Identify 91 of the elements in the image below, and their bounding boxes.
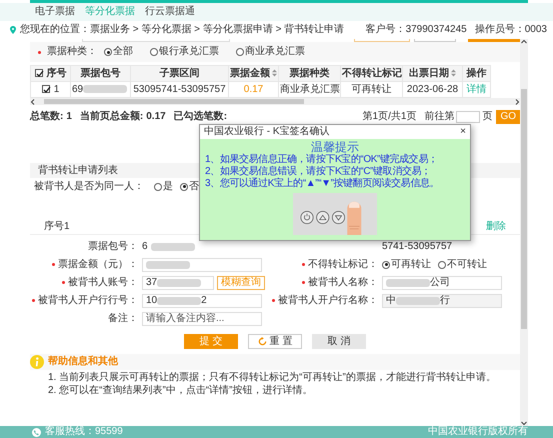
scroll-right-icon[interactable] bbox=[515, 98, 520, 104]
radio-label: 商业承兑汇票 bbox=[245, 46, 305, 58]
sort-icon[interactable] bbox=[451, 68, 456, 77]
summary-label: 已勾选笔数: bbox=[174, 110, 228, 122]
column-header: 子票区间 bbox=[160, 68, 200, 78]
radio-button[interactable] bbox=[382, 260, 390, 268]
reset-button[interactable]: 重 置 bbox=[248, 334, 302, 349]
column-header: 票据金额 bbox=[230, 68, 270, 78]
radio-button[interactable] bbox=[180, 182, 188, 190]
table-cell: 0.17 bbox=[244, 84, 264, 94]
copyright-text: 中国农业银行版权所有 bbox=[428, 426, 528, 438]
instruction-text: 2、如果交易信息错误，请按下K宝的“C”键取消交易； bbox=[205, 166, 432, 178]
checkbox[interactable] bbox=[34, 68, 42, 77]
radio-button[interactable] bbox=[104, 48, 112, 56]
summary-value: 0.17 bbox=[146, 110, 166, 122]
column-header: 操作 bbox=[466, 68, 486, 78]
radio-button[interactable] bbox=[150, 48, 158, 56]
table-cell: 69 bbox=[72, 84, 84, 94]
summary-label: 当前页总金额: bbox=[80, 110, 144, 122]
radio-button[interactable] bbox=[236, 48, 244, 56]
checkbox[interactable] bbox=[42, 84, 50, 93]
dialog-heading: 温馨提示 bbox=[311, 141, 359, 154]
field-label: 票据包号： bbox=[88, 240, 138, 252]
instruction-text: 1、如果交易信息正确，请按下K宝的“OK”键完成交易； bbox=[205, 154, 439, 166]
field-label: 备注： bbox=[108, 312, 138, 324]
vertical-scrollbar[interactable] bbox=[520, 39, 528, 426]
radio-button[interactable] bbox=[154, 182, 162, 190]
field-label: 不得转让标记： bbox=[308, 258, 378, 270]
radio-label: 可再转让 bbox=[391, 258, 431, 270]
table-cell: 2023-06-28 bbox=[406, 84, 458, 94]
dialog-title: 中国农业银行 - K宝签名确认 bbox=[204, 126, 330, 138]
table-cell: 可再转让 bbox=[352, 84, 392, 94]
field-label: 被背书人账号： bbox=[68, 276, 138, 288]
radio-label: 全部 bbox=[113, 46, 133, 58]
scrollbar-thumb[interactable] bbox=[44, 99, 304, 104]
goto-label: 前往第 bbox=[424, 110, 454, 122]
page-suffix: 页 bbox=[482, 110, 492, 122]
refresh-icon bbox=[258, 337, 267, 346]
scroll-down-icon[interactable] bbox=[521, 421, 527, 426]
horizontal-scrollbar[interactable] bbox=[30, 98, 520, 105]
input-field[interactable] bbox=[142, 258, 262, 272]
summary-label: 总笔数: bbox=[30, 110, 64, 122]
column-header: 序号 bbox=[46, 68, 66, 78]
table-cell: 53095741-53095757 bbox=[133, 84, 226, 94]
help-text: 1. 当前列表只展示可再转让的票据；只有不得转让标记为“可再转让”的票据，才能进行背书转让申请。 bbox=[48, 372, 497, 384]
scroll-left-icon[interactable] bbox=[30, 98, 35, 104]
column-header: 票据包号 bbox=[80, 68, 120, 78]
radio-label: 银行承兑汇票 bbox=[159, 46, 219, 58]
summary-value: 1 bbox=[66, 110, 72, 122]
customer-number: 客户号：37990374245 bbox=[366, 24, 467, 36]
field-label: 被背书人开户行名称： bbox=[278, 294, 378, 306]
filter-label: 票据种类： bbox=[47, 46, 97, 58]
page-input[interactable] bbox=[456, 110, 480, 122]
input-field[interactable]: 10 2 bbox=[142, 294, 262, 308]
sort-icon[interactable] bbox=[272, 68, 277, 77]
cancel-button[interactable]: 取 消 bbox=[312, 334, 366, 349]
input-field[interactable]: 37 bbox=[142, 276, 214, 290]
column-header: 出票日期 bbox=[409, 68, 449, 78]
field-value: 6 bbox=[142, 240, 148, 252]
location-pin-icon bbox=[10, 26, 16, 34]
nav-tab[interactable]: 行云票据通 bbox=[145, 6, 195, 18]
scroll-up-icon[interactable] bbox=[521, 39, 527, 44]
column-header: 不得转让标记 bbox=[342, 68, 402, 78]
radio-label: 不可转让 bbox=[447, 258, 487, 270]
entry-title: 序号1 bbox=[44, 220, 70, 232]
field-label: 被背书人名称： bbox=[308, 276, 378, 288]
column-header: 票据种类 bbox=[290, 68, 330, 78]
operator-number: 操作员号：0003 bbox=[474, 24, 547, 36]
field-label: 被背书人开户行行号： bbox=[38, 294, 138, 306]
table-cell: 1 bbox=[54, 84, 60, 94]
radio-button[interactable] bbox=[438, 260, 446, 268]
page-info: 第1页/共1页 bbox=[362, 110, 416, 122]
help-title: 帮助信息和其他 bbox=[48, 356, 118, 368]
scrollbar-thumb[interactable] bbox=[521, 89, 527, 329]
help-text: 2. 您可以在“查询结果列表”中，点击“详情”按钮，进行详情。 bbox=[48, 385, 314, 397]
field-label: 票据金额（元）： bbox=[58, 258, 138, 270]
field-label: 被背书人是否为同一人： bbox=[34, 180, 144, 192]
section-title: 背书转让申请列表 bbox=[38, 164, 118, 176]
input-field[interactable]: 中 行 bbox=[382, 294, 502, 308]
close-button[interactable]: × bbox=[460, 126, 466, 138]
blurred-text bbox=[83, 84, 128, 93]
radio-label: 否 bbox=[189, 180, 199, 192]
instruction-text: 3、您可以通过K宝上的“▲”“▼”按键翻页阅读交易信息。 bbox=[205, 178, 440, 190]
input-field[interactable]: 请输入备注内容... bbox=[142, 312, 262, 326]
input-field[interactable]: 公司 bbox=[382, 276, 502, 290]
nav-tab[interactable]: 电子票据 bbox=[35, 6, 75, 18]
field-value: 5741-53095757 bbox=[382, 240, 452, 252]
hotline-text: 客服热线：95599 bbox=[45, 426, 123, 438]
radio-label: 是 bbox=[163, 180, 173, 192]
breadcrumb: 您现在的位置：票据业务 > 等分化票据 > 等分化票据申请 > 背书转让申请 bbox=[20, 24, 344, 36]
table-cell: 商业承兑汇票 bbox=[280, 84, 340, 94]
